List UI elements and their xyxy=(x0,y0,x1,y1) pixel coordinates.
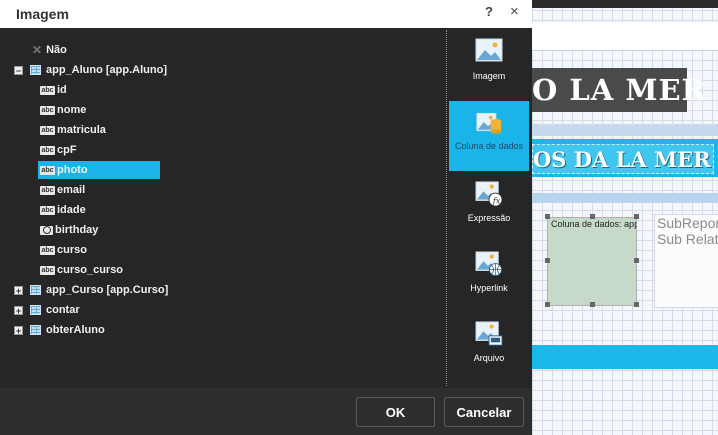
tree-field-photo[interactable]: abc photo xyxy=(38,161,160,179)
image-field-box[interactable]: Coluna de dados: app xyxy=(547,217,637,306)
source-type-label: Hyperlink xyxy=(470,283,508,293)
resize-handle[interactable] xyxy=(634,258,639,263)
report-title-text: O LA MER xyxy=(532,73,707,107)
tree-field-birthday[interactable]: birthday xyxy=(40,221,160,239)
tree-node-obter-aluno[interactable]: + obterAluno xyxy=(14,321,105,339)
text-field-icon: abc xyxy=(40,85,55,95)
source-type-hyperlink[interactable]: Hyperlink xyxy=(449,243,529,313)
tree-field-label: nome xyxy=(57,104,87,116)
subreport-line: SubRepor xyxy=(657,215,718,231)
tree-field-label: cpF xyxy=(57,144,77,156)
designer-white-band xyxy=(532,22,718,51)
tree-node-label: obterAluno xyxy=(46,324,105,336)
resize-handle[interactable] xyxy=(545,302,550,307)
svg-text:fx: fx xyxy=(492,195,501,205)
table-icon xyxy=(30,325,41,335)
source-type-file[interactable]: Arquivo xyxy=(449,313,529,383)
resize-handle[interactable] xyxy=(590,214,595,219)
image-field-label: Coluna de dados: app xyxy=(551,219,637,229)
tree-node-label: app_Curso [app.Curso] xyxy=(46,284,169,296)
table-icon xyxy=(30,285,41,295)
tree-field-cpf[interactable]: abc cpF xyxy=(40,141,160,159)
tree-field-curso[interactable]: abc curso xyxy=(40,241,160,259)
data-column-icon xyxy=(476,112,502,134)
source-type-label: Arquivo xyxy=(473,353,505,363)
tree-field-email[interactable]: abc email xyxy=(40,181,160,199)
text-field-icon: abc xyxy=(40,165,55,175)
panel-divider xyxy=(446,30,447,386)
ok-button[interactable]: OK xyxy=(356,397,435,427)
tree-node-label: app_Aluno [app.Aluno] xyxy=(46,64,167,76)
expand-icon[interactable]: + xyxy=(14,325,23,335)
text-field-icon: abc xyxy=(40,185,55,195)
dialog-titlebar: Imagem ? × xyxy=(0,0,532,28)
tree-field-idade[interactable]: abc idade xyxy=(40,201,160,219)
subreport-line: Sub Relat xyxy=(657,231,718,247)
tree-node-label: contar xyxy=(46,304,80,316)
resize-handle[interactable] xyxy=(545,214,550,219)
designer-top-bar xyxy=(532,0,718,8)
band-header xyxy=(532,124,718,136)
expression-icon: fx xyxy=(475,181,503,207)
table-icon xyxy=(30,65,41,75)
help-button[interactable]: ? xyxy=(485,4,493,19)
source-type-data-column[interactable]: Coluna de dados xyxy=(449,101,529,171)
cancel-button[interactable]: Cancelar xyxy=(444,397,524,427)
tree-field-curso-curso[interactable]: abc curso_curso xyxy=(40,261,160,279)
report-subtitle-box[interactable]: OS DA LA MER xyxy=(532,144,714,174)
tree-item-none[interactable]: ✕ Não xyxy=(32,41,67,59)
resize-handle[interactable] xyxy=(545,258,550,263)
tree-field-label: email xyxy=(57,184,86,196)
clock-icon xyxy=(40,225,53,235)
resize-handle[interactable] xyxy=(634,302,639,307)
image-icon xyxy=(475,38,503,62)
text-field-icon: abc xyxy=(40,245,55,255)
band-footer xyxy=(532,345,718,369)
tree-field-label: curso_curso xyxy=(57,264,124,276)
dialog-title: Imagem xyxy=(16,6,69,22)
subreport-box[interactable]: SubRepor Sub Relat xyxy=(654,214,718,308)
expand-icon[interactable]: + xyxy=(14,285,23,295)
text-field-icon: abc xyxy=(40,125,55,135)
table-icon xyxy=(30,305,41,315)
tree-field-label: idade xyxy=(57,204,86,216)
data-source-tree: ✕ Não − app_Aluno [app.Aluno] abc id abc… xyxy=(4,30,444,386)
report-subtitle-text: OS DA LA MER xyxy=(533,146,711,172)
tree-field-label: photo xyxy=(57,164,88,176)
tree-field-label: birthday xyxy=(55,224,99,236)
source-type-image[interactable]: Imagem xyxy=(449,30,529,100)
source-type-expression[interactable]: fx Expressão xyxy=(449,173,529,243)
x-icon: ✕ xyxy=(32,43,43,57)
tree-node-app-aluno[interactable]: − app_Aluno [app.Aluno] xyxy=(14,61,167,79)
tree-node-contar[interactable]: + contar xyxy=(14,301,80,319)
text-field-icon: abc xyxy=(40,205,55,215)
tree-field-nome[interactable]: abc nome xyxy=(40,101,160,119)
resize-handle[interactable] xyxy=(634,214,639,219)
tree-field-matricula[interactable]: abc matricula xyxy=(40,121,160,139)
tree-field-label: id xyxy=(57,84,67,96)
report-title-box[interactable]: O LA MER xyxy=(532,68,706,112)
source-type-label: Imagem xyxy=(472,71,506,81)
text-field-icon: abc xyxy=(40,105,55,115)
close-button[interactable]: × xyxy=(510,3,519,20)
source-type-label: Expressão xyxy=(467,213,511,223)
collapse-icon[interactable]: − xyxy=(14,65,23,75)
hyperlink-icon xyxy=(475,251,502,277)
file-icon xyxy=(475,321,503,346)
text-field-icon: abc xyxy=(40,145,55,155)
resize-handle[interactable] xyxy=(590,302,595,307)
tree-field-label: matricula xyxy=(57,124,106,136)
band-detail-header xyxy=(532,193,718,203)
tree-field-id[interactable]: abc id xyxy=(40,81,160,99)
tree-node-app-curso[interactable]: + app_Curso [app.Curso] xyxy=(14,281,168,299)
report-designer-canvas: O LA MER OS DA LA MER Coluna de dados: a… xyxy=(532,0,718,435)
tree-field-label: curso xyxy=(57,244,87,256)
expand-icon[interactable]: + xyxy=(14,305,23,315)
source-type-label: Coluna de dados xyxy=(454,141,524,151)
image-dialog: Imagem ? × ✕ Não − app_Aluno [app.Aluno]… xyxy=(0,0,532,435)
text-field-icon: abc xyxy=(40,265,55,275)
tree-item-label: Não xyxy=(46,44,67,56)
